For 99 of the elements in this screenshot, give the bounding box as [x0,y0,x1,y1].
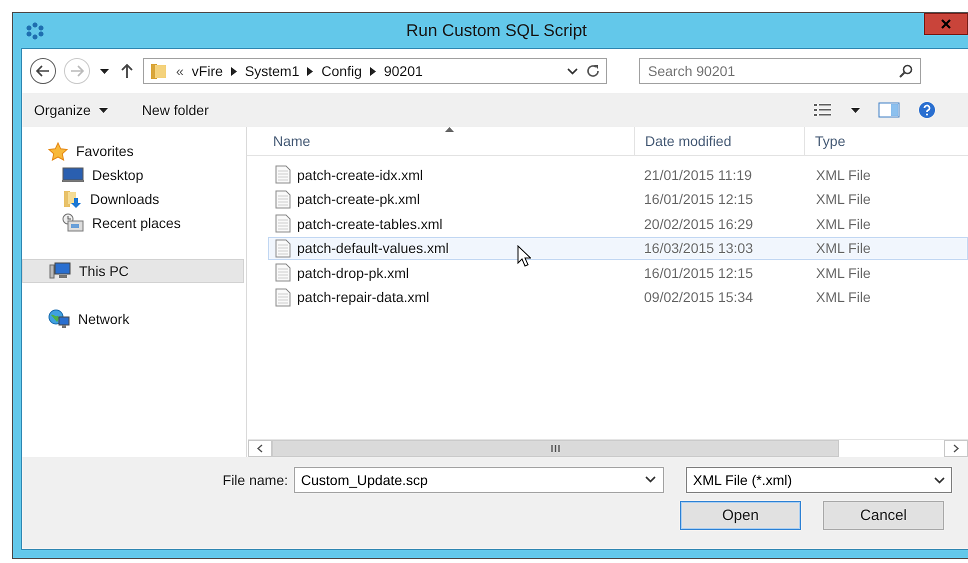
file-row[interactable]: patch-create-idx.xml 21/01/2015 11:19 XML File [268,163,968,186]
left-chevron-icon [257,444,263,453]
sidebar-item[interactable]: Recent places [22,211,244,235]
date-cell-text: 16/01/2015 12:15 [643,191,754,207]
type-cell-text: XML File [815,216,871,232]
network-globe-icon [48,309,70,329]
column-header[interactable]: Type [805,127,968,155]
sidebar-item[interactable]: Downloads [22,187,244,211]
file-name: patch-create-tables.xml [297,216,443,232]
preview-pane-icon [878,102,900,118]
address-bar[interactable]: « vFire System1 Config 90201 [143,58,607,84]
file-name: patch-create-idx.xml [297,166,424,182]
details-view-icon [813,102,833,118]
right-arrow-icon [70,65,84,77]
file-row[interactable]: patch-default-values.xml 16/03/2015 13:03 XML File [268,236,968,260]
sidebar-item[interactable]: This PC [22,259,244,283]
breadcrumb-arrow-icon [307,66,314,76]
sidebar-item[interactable]: Desktop [22,163,244,187]
document-icon [275,190,291,208]
file-name-label: File name: [222,472,288,488]
date-cell-text: 20/02/2015 16:29 [643,216,754,232]
file-name: patch-repair-data.xml [297,289,430,305]
close-icon [941,19,951,29]
file-name: patch-create-pk.xml [297,191,420,207]
type-cell-text: XML File [815,264,871,280]
document-icon [275,165,291,184]
computer-icon [49,262,71,280]
app-logo-icon [25,22,45,40]
help-icon [918,101,936,119]
preview-pane-button[interactable] [876,100,902,120]
type-cell-text: XML File [815,240,871,256]
column-header[interactable]: Date modified [635,127,805,155]
right-chevron-icon [953,444,959,453]
breadcrumb-arrow-icon [370,66,376,76]
dialog-button[interactable]: Open [680,501,801,530]
dialog-button[interactable]: Cancel [823,501,944,530]
dropdown-caret-icon [100,68,109,74]
file-name: patch-default-values.xml [297,240,449,256]
document-icon [275,263,291,282]
overflow-chevron[interactable]: « [176,63,184,79]
left-arrow-icon [36,65,50,77]
type-cell-text: XML File [815,289,871,305]
search-icon [899,64,913,78]
date-cell-text: 16/01/2015 12:15 [643,264,754,280]
sidebar-item-label: Favorites [76,143,134,159]
organize-button[interactable]: Organize [32,100,110,120]
chevron-down-icon [567,68,578,74]
scrollbar-thumb[interactable] [272,440,839,457]
type-cell-text: XML File [815,191,871,207]
document-icon [275,214,291,233]
window-title: Run Custom SQL Script [405,20,588,40]
dropdown-caret-icon [851,108,860,112]
refresh-icon [586,64,600,78]
chevron-down-icon [645,476,656,483]
file-name-field[interactable]: Custom_Update.scp [294,467,664,493]
scroll-left-button[interactable] [248,440,272,457]
chevron-down-icon [934,476,945,484]
search-field[interactable]: Search 90201 [639,58,921,84]
recent-locations-button[interactable] [98,66,111,76]
file-row[interactable]: patch-create-pk.xml 16/01/2015 12:15 XML File [268,188,968,210]
up-button[interactable] [119,61,135,81]
new-folder-button[interactable]: New folder [140,100,211,120]
file-name: patch-drop-pk.xml [297,264,410,280]
breadcrumb-item[interactable]: Config [321,63,362,79]
sidebar-item[interactable]: Favorites [22,139,244,163]
monitor-icon [62,167,84,183]
help-button[interactable] [916,99,938,121]
breadcrumb-item[interactable]: System1 [244,63,300,79]
view-menu-button[interactable] [849,106,862,114]
document-icon [275,238,291,258]
sidebar-item-label: Downloads [90,191,160,207]
star-icon [48,142,68,160]
sidebar-item[interactable]: Network [22,307,244,331]
up-arrow-icon [121,63,133,79]
back-button[interactable] [30,58,56,84]
grip-icon [551,445,560,452]
sidebar-item-label: This PC [79,263,129,279]
folder-icon [150,62,168,80]
date-cell-text: 21/01/2015 11:19 [643,166,753,182]
breadcrumb-arrow-icon [230,66,237,76]
breadcrumb-item[interactable]: vFire [192,63,223,79]
document-icon [275,288,291,306]
date-cell-text: 09/02/2015 15:34 [643,289,754,305]
sidebar-item-label: Desktop [92,167,144,183]
mouse-pointer-icon [517,245,531,267]
sidebar-item-label: Recent places [92,215,181,231]
file-type-dropdown[interactable]: XML File (*.xml) [686,467,952,493]
close-button[interactable] [924,13,968,35]
type-cell-text: XML File [815,166,871,182]
dropdown-caret-icon [98,108,108,112]
file-row[interactable]: patch-repair-data.xml 09/02/2015 15:34 XML File [268,286,968,308]
recent-places-icon [62,213,84,233]
date-cell-text: 16/03/2015 13:03 [643,240,754,256]
breadcrumb-item[interactable]: 90201 [384,63,423,79]
file-row[interactable]: patch-create-tables.xml 20/02/2015 16:29 XML File [268,212,968,235]
folder-download-icon [62,189,82,209]
sidebar-item-label: Network [78,311,130,327]
scroll-right-button[interactable] [944,440,968,457]
file-row[interactable]: patch-drop-pk.xml 16/01/2015 12:15 XML File [268,261,968,284]
